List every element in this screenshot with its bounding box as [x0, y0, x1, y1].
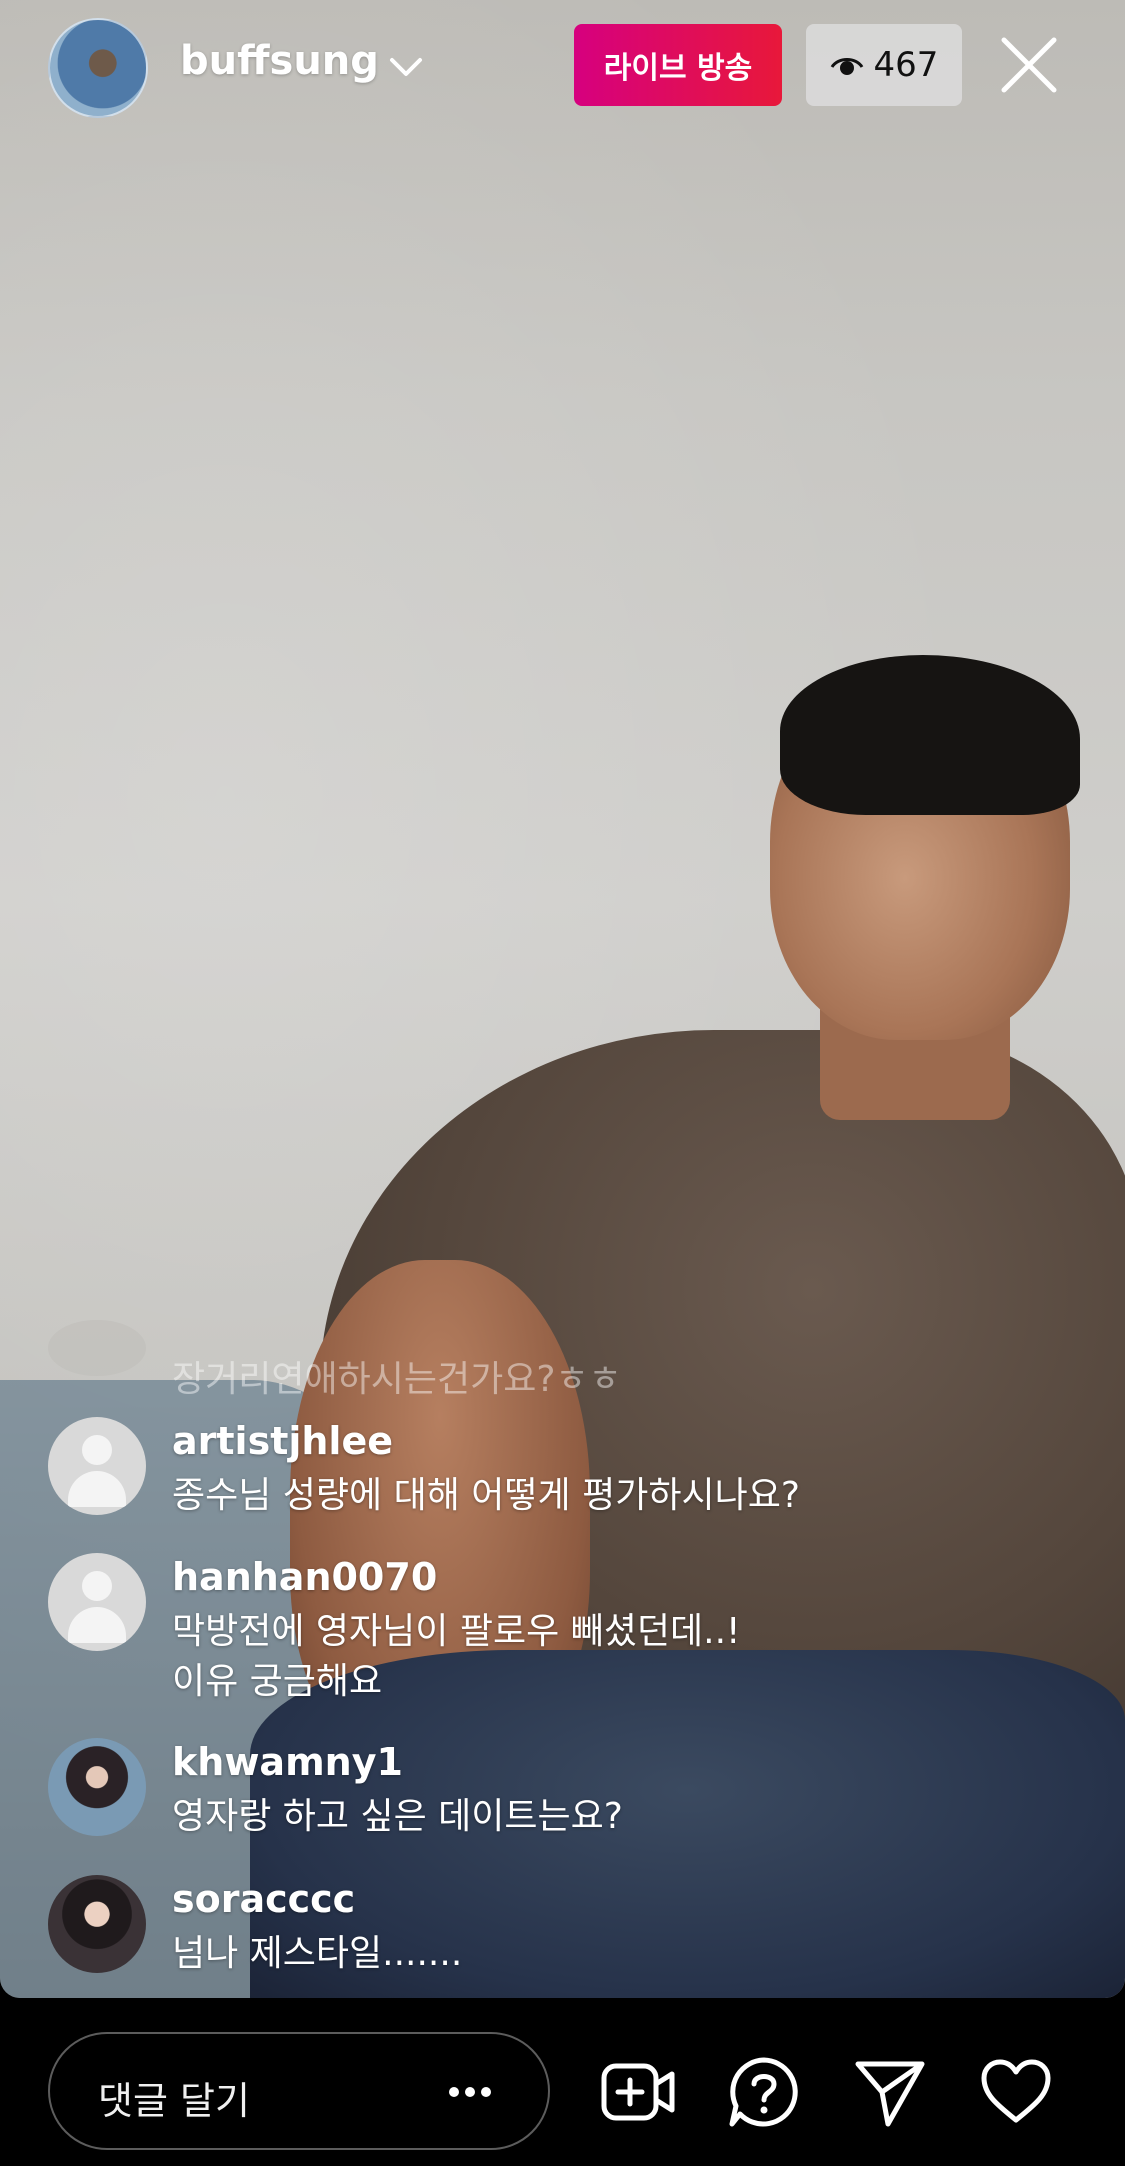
comment-placeholder: 댓글 달기: [98, 2079, 250, 2123]
comment-username[interactable]: hanhan0070: [172, 1555, 437, 1599]
send-icon[interactable]: [852, 2054, 928, 2130]
comment-avatar[interactable]: [48, 1875, 146, 1973]
comment-text: 장거리연애하시는건가요?ㅎㅎ: [172, 1359, 622, 1400]
comment-avatar[interactable]: [48, 1553, 146, 1651]
viewer-count-badge[interactable]: 467: [806, 24, 962, 106]
comment-text-line: 이유 궁금해요: [172, 1661, 383, 1702]
comment-text: 막방전에 영자님이 팔로우 빼셨던데..! 이유 궁금해요: [172, 1607, 740, 1707]
broadcaster-username[interactable]: buffsung: [180, 38, 379, 84]
chevron-down-icon[interactable]: [386, 48, 426, 88]
more-icon[interactable]: [446, 2082, 494, 2102]
comment-text: 넘나 제스타일.......: [172, 1933, 463, 1974]
heart-icon[interactable]: [978, 2054, 1054, 2130]
live-badge: 라이브 방송: [574, 24, 782, 106]
add-video-icon[interactable]: [600, 2054, 676, 2130]
comment-text-line: 막방전에 영자님이 팔로우 빼셨던데..!: [172, 1611, 741, 1652]
comment-avatar[interactable]: [48, 1417, 146, 1515]
comment-input[interactable]: 댓글 달기: [48, 2032, 550, 2150]
viewer-count: 467: [873, 45, 939, 85]
broadcaster-avatar[interactable]: [48, 18, 148, 118]
eye-icon: [830, 58, 863, 75]
comment-avatar: [48, 1320, 146, 1376]
comment-avatar[interactable]: [48, 1738, 146, 1836]
comment-username[interactable]: artistjhlee: [172, 1419, 393, 1463]
question-icon[interactable]: [726, 2054, 802, 2130]
live-badge-label: 라이브 방송: [603, 51, 753, 86]
comment-text: 영자랑 하고 싶은 데이트는요?: [172, 1796, 623, 1837]
comment-username[interactable]: khwamny1: [172, 1740, 403, 1784]
comment-username[interactable]: soracccc: [172, 1877, 355, 1921]
close-icon[interactable]: [998, 34, 1060, 96]
comment-text: 종수님 성량에 대해 어떻게 평가하시나요?: [172, 1475, 800, 1516]
